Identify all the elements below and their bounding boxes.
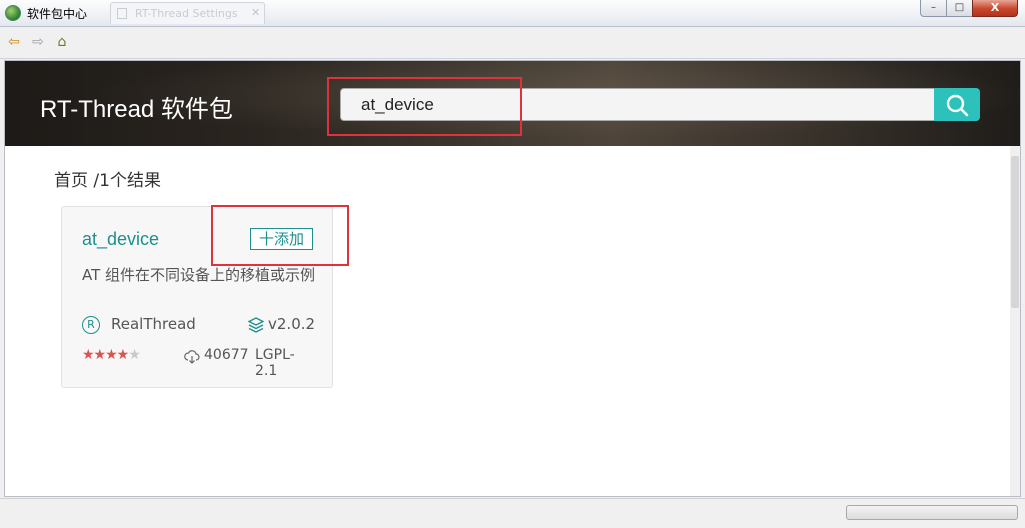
background-tab-label: RT-Thread Settings (135, 7, 238, 20)
author-badge-icon: R (82, 316, 100, 334)
browser-content: RT-Thread 软件包 首页 /1个结果 at_device 十添加 AT … (4, 60, 1021, 497)
download-icon (184, 350, 200, 364)
app-globe-icon (5, 5, 21, 21)
package-name-link[interactable]: at_device (82, 229, 159, 250)
window-title: 软件包中心 (27, 7, 88, 21)
search-icon (946, 94, 969, 117)
progress-bar (846, 505, 1018, 520)
tab-page-icon (117, 8, 127, 19)
package-meta-stats: ★★★★★ 40677 LGPL-2.1 (82, 347, 314, 379)
title-bar: 软件包中心 RT-Thread Settings ✕ – □ X (0, 0, 1025, 27)
minimize-button[interactable]: – (920, 0, 947, 17)
add-button-highlight-box (211, 205, 349, 266)
scrollbar-thumb[interactable] (1011, 156, 1019, 308)
home-icon[interactable]: ⌂ (53, 34, 71, 50)
status-bar (0, 498, 1025, 528)
maximize-button[interactable]: □ (946, 0, 973, 17)
search-button[interactable] (934, 88, 980, 121)
package-card[interactable]: at_device 十添加 AT 组件在不同设备上的移植或示例 R RealTh… (61, 205, 349, 388)
back-arrow-icon[interactable]: ⇦ (5, 34, 23, 50)
package-version: v2.0.2 (268, 315, 316, 333)
rating-half-star: ★ (128, 347, 141, 363)
layers-icon (248, 317, 264, 333)
rating-stars: ★★★★★ (82, 347, 141, 363)
brand-title: RT-Thread 软件包 (40, 96, 233, 123)
tab-close-icon[interactable]: ✕ (251, 6, 260, 19)
navigation-toolbar: ⇦ ⇨ ⌂ (0, 27, 1025, 59)
search-highlight-box (327, 77, 522, 136)
download-count: 40677 (204, 347, 249, 363)
package-description: AT 组件在不同设备上的移植或示例 (82, 266, 316, 284)
close-button[interactable]: X (972, 0, 1018, 17)
background-tab[interactable]: RT-Thread Settings ✕ (110, 2, 265, 24)
package-author: RealThread (111, 315, 196, 333)
vertical-scrollbar[interactable] (1010, 146, 1020, 496)
breadcrumb: 首页 /1个结果 (54, 171, 161, 191)
forward-arrow-icon[interactable]: ⇨ (29, 34, 47, 50)
rating-filled-stars: ★★★★ (82, 347, 129, 363)
package-license: LGPL-2.1 (255, 347, 295, 379)
package-meta-author-version: R RealThread v2.0.2 (82, 315, 316, 335)
